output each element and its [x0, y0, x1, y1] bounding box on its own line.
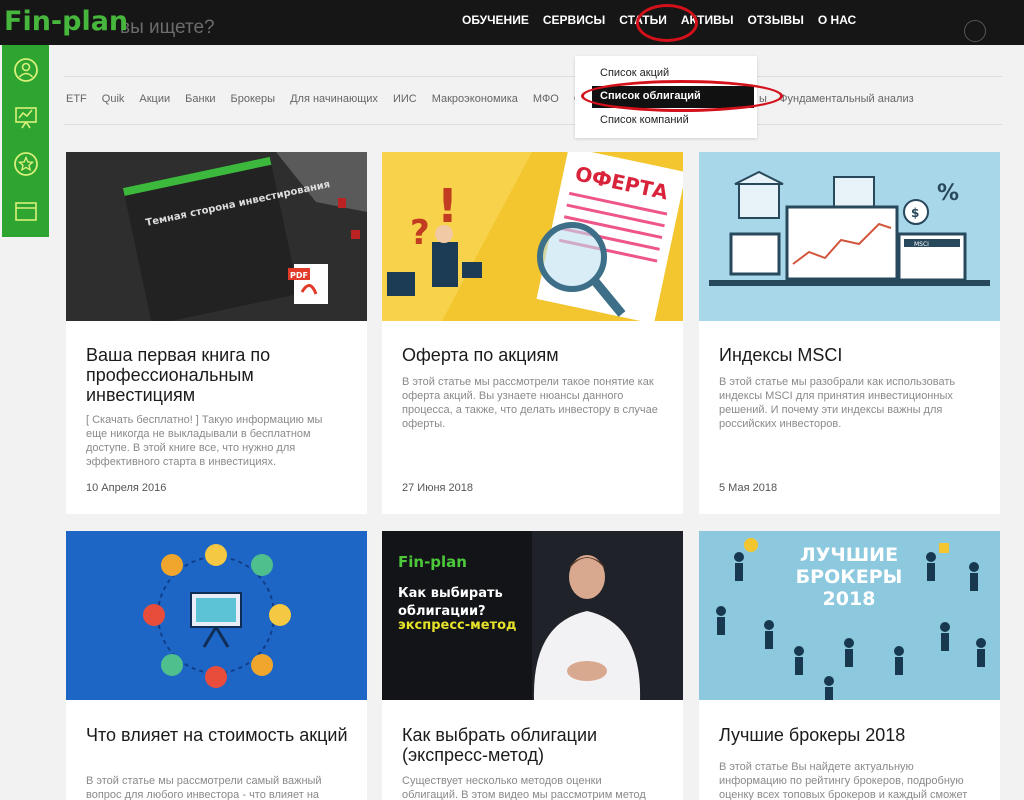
tags-underline [64, 124, 1002, 125]
card-thumbnail-offer[interactable]: ОФЕРТА ! ? [382, 152, 683, 321]
article-card[interactable]: Что влияет на стоимость акций В этой ста… [66, 531, 367, 800]
brokers-line-2: БРОКЕРЫ [796, 566, 903, 588]
svg-text:!: ! [437, 179, 458, 233]
search-underline [64, 76, 1002, 77]
nav-item-about[interactable]: О НАС [818, 13, 856, 27]
article-card[interactable]: ЛУЧШИЕ БРОКЕРЫ 2018 Лучшие брокеры 2018 … [699, 531, 1000, 800]
card-excerpt: В этой статье мы разобрали как использов… [719, 376, 956, 430]
tag-banks[interactable]: Банки [185, 93, 215, 105]
main-nav: ОБУЧЕНИЕ СЕРВИСЫ СТАТЬИ АКТИВЫ ОТЗЫВЫ О … [462, 13, 870, 27]
card-excerpt: В этой статье мы рассмотрели самый важны… [86, 775, 322, 800]
tag-mfo[interactable]: МФО [533, 93, 559, 105]
card-thumbnail-stock-value[interactable] [66, 531, 367, 700]
dropdown-item-companies-list[interactable]: Список компаний [600, 114, 689, 126]
window-icon[interactable] [13, 198, 39, 224]
brokers-line-1: ЛУЧШИЕ [800, 544, 898, 566]
dropdown-item-stocks-list[interactable]: Список акций [600, 67, 669, 79]
tag-list: ETF Quik Акции Банки Брокеры Для начинаю… [66, 93, 597, 105]
card-thumbnail-brokers[interactable]: ЛУЧШИЕ БРОКЕРЫ 2018 [699, 531, 1000, 700]
video-logo: Fin-plan [398, 553, 467, 571]
nav-item-reviews[interactable]: ОТЗЫВЫ [748, 13, 804, 27]
sidebar [2, 45, 49, 237]
tag-partial-right: ы [759, 93, 767, 105]
video-line-1: Как выбирать [398, 586, 503, 601]
card-title[interactable]: Что влияет на стоимость акций [86, 725, 356, 745]
tag-stocks[interactable]: Акции [139, 93, 170, 105]
nav-item-assets[interactable]: АКТИВЫ [681, 13, 734, 27]
nav-item-services[interactable]: СЕРВИСЫ [543, 13, 605, 27]
card-date: 10 Апреля 2016 [86, 482, 167, 494]
card-title[interactable]: Лучшие брокеры 2018 [719, 725, 989, 745]
card-title[interactable]: Ваша первая книга по профессиональным ин… [86, 345, 356, 405]
video-line-2: облигации? [398, 604, 486, 619]
video-line-3: экспресс-метод [398, 618, 517, 633]
tag-beginners[interactable]: Для начинающих [290, 93, 378, 105]
nav-item-education[interactable]: ОБУЧЕНИЕ [462, 13, 529, 27]
card-date: 27 Июня 2018 [402, 482, 474, 494]
card-title[interactable]: Как выбрать облигации (экспресс-метод) [402, 725, 672, 765]
article-card[interactable]: ОФЕРТА ! ? Оферта по акциям В этой стать… [382, 152, 683, 514]
dropdown-item-bonds-list[interactable]: Список облигаций [592, 86, 754, 108]
card-excerpt: В этой статье Вы найдете актуальную инфо… [719, 761, 968, 800]
tag-quik[interactable]: Quik [102, 93, 125, 105]
chart-board-icon[interactable] [13, 104, 39, 130]
tag-iis[interactable]: ИИС [393, 93, 417, 105]
search-placeholder[interactable]: вы ищете? [120, 17, 215, 39]
top-bar: вы ищете? Fin-plan ОБУЧЕНИЕ СЕРВИСЫ СТАТ… [0, 0, 1024, 45]
card-thumbnail-video[interactable]: Fin-plan Как выбирать облигации? экспрес… [382, 531, 683, 700]
logo[interactable]: Fin-plan [4, 6, 128, 37]
card-date: 5 Мая 2018 [719, 482, 778, 494]
card-excerpt: [ Скачать бесплатно! ] Такую информацию … [86, 414, 323, 468]
assets-dropdown: Список акций Список облигаций Список ком… [575, 56, 757, 138]
svg-text:%: % [937, 181, 959, 206]
tag-brokers[interactable]: Брокеры [231, 93, 276, 105]
brokers-line-3: 2018 [823, 588, 876, 610]
card-excerpt: Существует несколько методов оценки обли… [402, 775, 646, 800]
pdf-label: PDF [290, 271, 308, 280]
article-card[interactable]: Fin-plan Как выбирать облигации? экспрес… [382, 531, 683, 800]
card-excerpt: В этой статье мы рассмотрели такое понят… [402, 376, 658, 430]
tag-fundamental-label: Фундаментальный анализ [779, 93, 914, 105]
msci-text: MSCI [914, 241, 929, 248]
card-title[interactable]: Оферта по акциям [402, 345, 672, 365]
tag-fundamental[interactable]: ы Фундаментальный анализ [759, 93, 914, 105]
article-card[interactable]: Темная сторона инвестирования PDF Ваша п… [66, 152, 367, 514]
tag-etf[interactable]: ETF [66, 93, 87, 105]
user-icon[interactable] [13, 57, 39, 83]
svg-text:?: ? [410, 213, 430, 253]
nav-item-articles[interactable]: СТАТЬИ [619, 13, 667, 27]
card-thumbnail-book[interactable]: Темная сторона инвестирования PDF [66, 152, 367, 321]
help-icon[interactable] [964, 20, 986, 42]
svg-text:$: $ [911, 206, 919, 220]
article-card[interactable]: MSCI $ % Индексы MSCI В этой статье мы р… [699, 152, 1000, 514]
tag-macro[interactable]: Макроэкономика [432, 93, 518, 105]
star-icon[interactable] [13, 151, 39, 177]
card-title[interactable]: Индексы MSCI [719, 345, 989, 365]
card-thumbnail-msci[interactable]: MSCI $ % [699, 152, 1000, 321]
